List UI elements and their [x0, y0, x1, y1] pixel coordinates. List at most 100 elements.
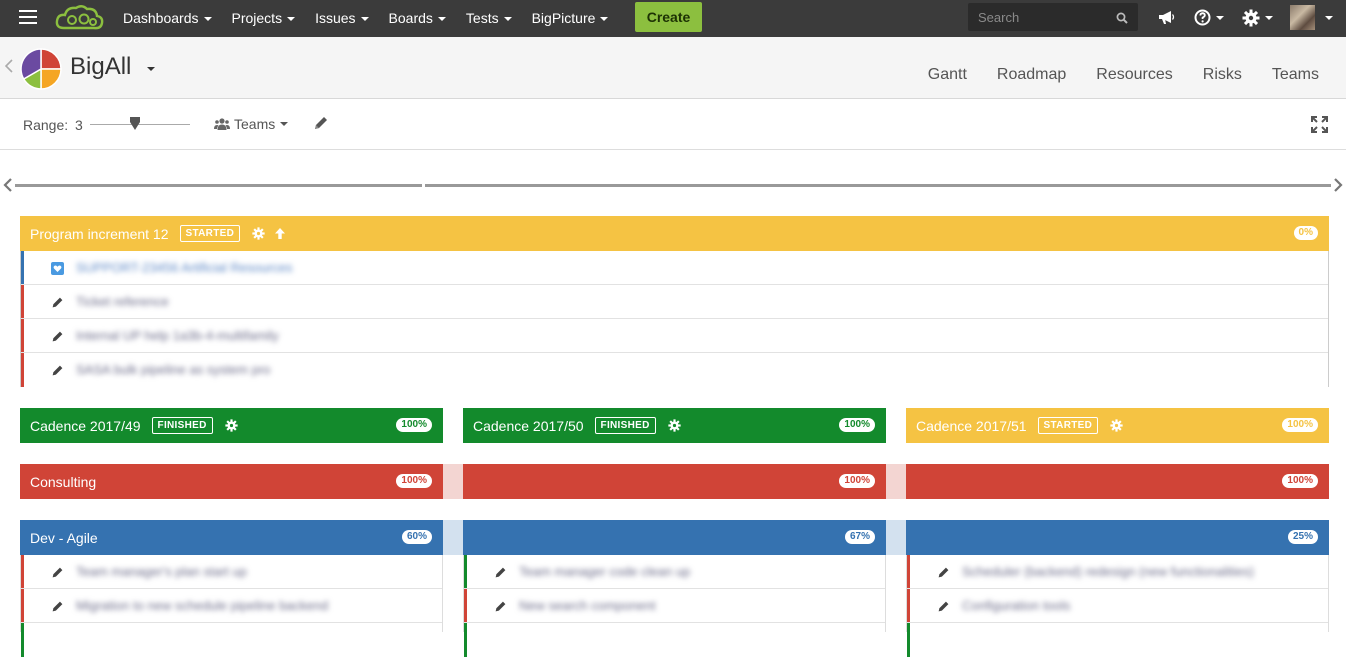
issue-summary[interactable]: Team manager code clean up	[519, 564, 690, 579]
issue-summary[interactable]: Migration to new schedule pipeline backe…	[76, 598, 328, 613]
list-item[interactable]: Ticket reference	[21, 285, 1328, 319]
chevron-down-icon[interactable]	[1325, 16, 1333, 20]
issue-summary[interactable]: Configuration tools	[962, 598, 1070, 613]
nav-boards[interactable]: Boards	[379, 0, 456, 37]
edit-pencil-icon[interactable]	[313, 115, 329, 136]
tab-risks[interactable]: Risks	[1188, 66, 1257, 84]
team-cadence-cell[interactable]: 100%	[463, 464, 886, 499]
list-item[interactable]: Team manager code clean up	[464, 555, 885, 589]
heart-issue-icon	[51, 262, 64, 280]
progress-percent-badge: 60%	[401, 530, 432, 544]
program-increment-title[interactable]: Program increment 12	[30, 226, 169, 242]
search-input[interactable]	[968, 3, 1108, 31]
team-row-gap	[443, 520, 463, 555]
cadence-header[interactable]: Cadence 2017/50 FINISHED 100%	[463, 408, 886, 443]
tab-gantt[interactable]: Gantt	[913, 66, 982, 84]
team-cadence-cell[interactable]: 25%	[906, 520, 1329, 555]
range-slider[interactable]	[90, 117, 190, 130]
timeline-segment[interactable]	[15, 184, 422, 187]
issue-summary[interactable]: Internal UP help 1a3b-4-multifamily	[76, 328, 279, 343]
range-label: Range:	[23, 117, 69, 133]
issue-summary[interactable]: Scheduler (backend) redesign (new functi…	[962, 564, 1254, 579]
issue-color-bar	[907, 589, 910, 622]
menu-icon[interactable]	[19, 10, 37, 24]
issue-summary[interactable]: SASA bulk pipeline as system pro	[76, 362, 270, 377]
list-item[interactable]: SUPPORT-23456 Artificial Resources	[21, 251, 1328, 285]
search-icon[interactable]	[1116, 11, 1128, 29]
pencil-icon	[51, 364, 64, 382]
nav-issues[interactable]: Issues	[305, 0, 378, 37]
status-badge: STARTED	[1037, 417, 1099, 434]
settings-menu[interactable]	[1242, 9, 1273, 27]
nav-bigpicture[interactable]: BigPicture	[522, 0, 619, 37]
issue-color-bar	[464, 555, 467, 588]
chevron-left-icon[interactable]	[4, 59, 13, 78]
chevron-down-icon	[280, 122, 289, 126]
gear-icon[interactable]	[252, 227, 265, 240]
list-item[interactable]: SASA bulk pipeline as system pro	[21, 353, 1328, 387]
nav-tests[interactable]: Tests	[456, 0, 522, 37]
cadence-header[interactable]: Cadence 2017/49 FINISHED 100%	[20, 408, 443, 443]
chevron-down-icon	[1265, 16, 1273, 20]
arrow-up-icon[interactable]	[274, 227, 286, 240]
team-name[interactable]: Dev - Agile	[30, 530, 98, 546]
issue-summary[interactable]: Team manager's plan start up	[76, 564, 247, 579]
list-item[interactable]: Configuration tools	[907, 589, 1328, 623]
team-name[interactable]: Consulting	[30, 474, 96, 490]
issue-color-bar	[21, 251, 24, 284]
nav-projects[interactable]: Projects	[222, 0, 306, 37]
list-item[interactable]: Internal UP help 1a3b-4-multifamily	[21, 319, 1328, 353]
timeline-scroller	[0, 175, 1346, 195]
gear-icon[interactable]	[667, 419, 681, 432]
issue-color-bar	[907, 623, 910, 657]
project-name[interactable]: BigAll	[70, 53, 131, 81]
team-cadence-cell[interactable]: 67%	[463, 520, 886, 555]
issue-color-bar	[21, 285, 24, 318]
issue-color-bar	[21, 555, 24, 588]
chevron-right-icon[interactable]	[1334, 178, 1343, 197]
slider-handle[interactable]	[129, 117, 141, 136]
chevron-left-icon[interactable]	[3, 178, 12, 197]
list-item[interactable]	[464, 623, 885, 657]
status-badge: STARTED	[179, 225, 241, 242]
board-toolbar: Range: 3 Teams	[0, 99, 1346, 150]
gear-icon[interactable]	[1110, 419, 1123, 432]
list-item[interactable]	[21, 623, 442, 657]
program-increment-issues: SUPPORT-23456 Artificial Resources Ticke…	[20, 251, 1329, 387]
create-button[interactable]: Create	[635, 2, 702, 32]
cadence-title[interactable]: Cadence 2017/49	[30, 418, 141, 434]
megaphone-icon[interactable]	[1158, 9, 1175, 26]
chevron-down-icon	[600, 16, 609, 21]
list-item[interactable]: New search component	[464, 589, 885, 623]
user-avatar[interactable]	[1290, 5, 1315, 30]
timeline-segment[interactable]	[425, 184, 1331, 187]
progress-percent-badge: 100%	[1282, 474, 1318, 488]
list-item[interactable]	[907, 623, 1328, 657]
issue-summary[interactable]: Ticket reference	[76, 294, 169, 309]
app-logo[interactable]	[54, 3, 104, 38]
issue-summary[interactable]: New search component	[519, 598, 656, 613]
cadence-title[interactable]: Cadence 2017/51	[916, 418, 1027, 434]
teams-dropdown[interactable]: Teams	[214, 116, 289, 132]
tab-roadmap[interactable]: Roadmap	[982, 66, 1081, 84]
program-increment-header[interactable]: Program increment 12 STARTED 0%	[20, 216, 1329, 251]
tab-resources[interactable]: Resources	[1081, 66, 1187, 84]
range-value: 3	[75, 117, 83, 133]
tab-teams[interactable]: Teams	[1257, 66, 1334, 84]
list-item[interactable]: Team manager's plan start up	[21, 555, 442, 589]
nav-dashboards[interactable]: Dashboards	[113, 0, 222, 37]
progress-percent-badge: 0%	[1293, 226, 1318, 240]
team-cadence-cell[interactable]: Consulting 100%	[20, 464, 443, 499]
team-cadence-cell[interactable]: 100%	[906, 464, 1329, 499]
issue-summary[interactable]: SUPPORT-23456 Artificial Resources	[76, 260, 293, 275]
cadence-header[interactable]: Cadence 2017/51 STARTED 100%	[906, 408, 1329, 443]
team-cadence-cell[interactable]: Dev - Agile 60%	[20, 520, 443, 555]
list-item[interactable]: Scheduler (backend) redesign (new functi…	[907, 555, 1328, 589]
cadence-title[interactable]: Cadence 2017/50	[473, 418, 584, 434]
help-menu[interactable]	[1194, 9, 1224, 26]
progress-percent-badge: 100%	[839, 418, 875, 432]
list-item[interactable]: Migration to new schedule pipeline backe…	[21, 589, 442, 623]
chevron-down-icon[interactable]	[147, 67, 155, 71]
fullscreen-icon[interactable]	[1311, 116, 1328, 138]
gear-icon[interactable]	[224, 419, 238, 432]
